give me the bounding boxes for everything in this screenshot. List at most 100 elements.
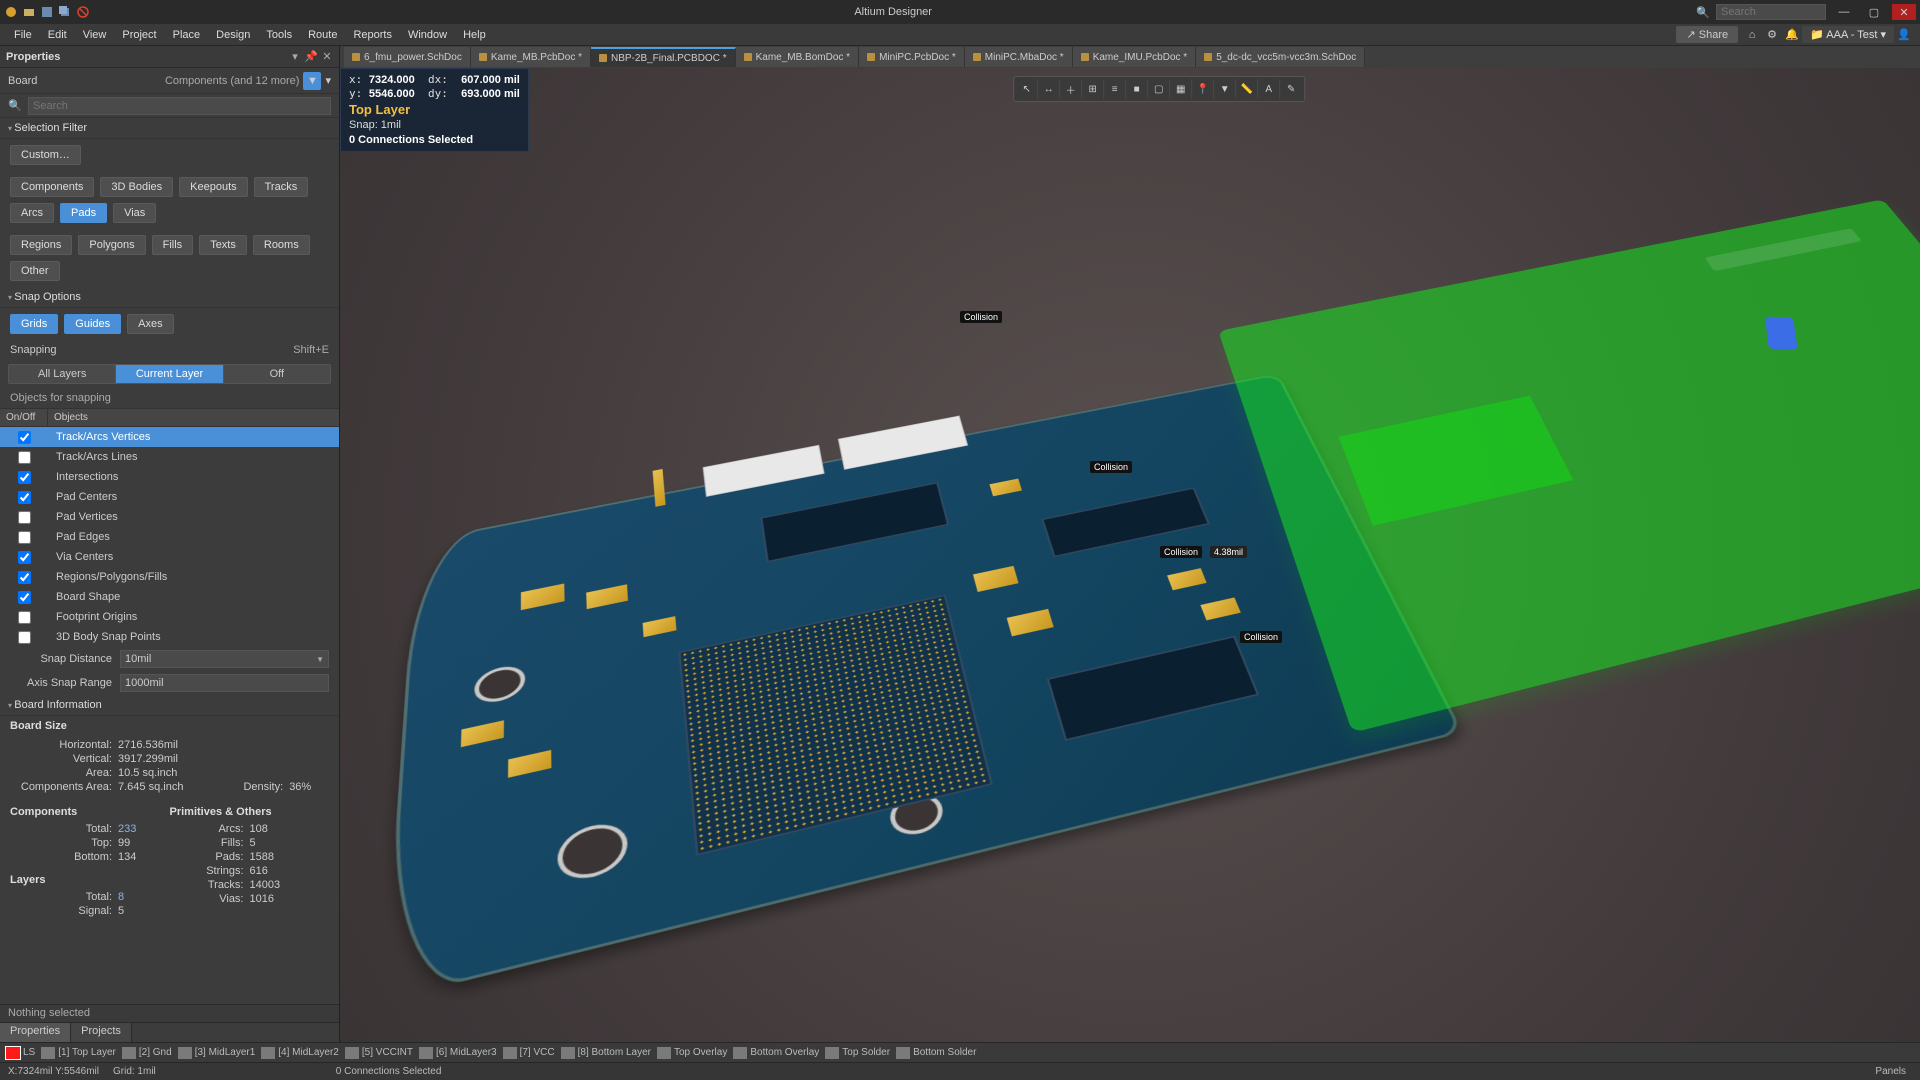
layer-tab[interactable]: Bottom Solder	[896, 1047, 976, 1059]
snap-checkbox[interactable]	[18, 431, 31, 444]
menu-file[interactable]: File	[6, 27, 40, 43]
close-button[interactable]: ✕	[1892, 4, 1916, 20]
document-tab[interactable]: Kame_MB.BomDoc *	[736, 47, 859, 67]
menu-tools[interactable]: Tools	[258, 27, 300, 43]
snap-item[interactable]: 3D Body Snap Points	[0, 627, 339, 647]
snap-item[interactable]: Track/Arcs Vertices	[0, 427, 339, 447]
document-tab[interactable]: 6_fmu_power.SchDoc	[344, 47, 471, 67]
snap-grids-button[interactable]: Grids	[10, 314, 58, 334]
snap-item[interactable]: Intersections	[0, 467, 339, 487]
tool-marker-icon[interactable]: 📍	[1192, 79, 1214, 99]
pcb-viewport[interactable]: 6_fmu_power.SchDocKame_MB.PcbDoc *NBP-2B…	[340, 46, 1920, 1042]
global-search-input[interactable]	[1716, 4, 1826, 20]
tool-ruler-icon[interactable]: 📏	[1236, 79, 1258, 99]
document-tab[interactable]: 5_dc-dc_vcc5m-vcc3m.SchDoc	[1196, 47, 1365, 67]
properties-search-input[interactable]	[28, 97, 331, 115]
document-tab[interactable]: MiniPC.MbaDoc *	[965, 47, 1073, 67]
panel-close-icon[interactable]: ✕	[321, 51, 333, 63]
filter-rooms-button[interactable]: Rooms	[253, 235, 310, 255]
tool-move-icon[interactable]: ↔	[1038, 79, 1060, 99]
expand-icon[interactable]: ▾	[325, 74, 331, 87]
filter-3d-bodies-button[interactable]: 3D Bodies	[100, 177, 173, 197]
tab-properties[interactable]: Properties	[0, 1023, 71, 1042]
tool-outline-icon[interactable]: ▢	[1148, 79, 1170, 99]
document-tab[interactable]: Kame_IMU.PcbDoc *	[1073, 47, 1196, 67]
layer-tab[interactable]: [6] MidLayer3	[419, 1047, 497, 1059]
layer-tab[interactable]: Top Solder	[825, 1047, 890, 1059]
panels-button[interactable]: Panels	[1869, 1065, 1912, 1078]
snap-seg-off[interactable]: Off	[224, 365, 330, 383]
menu-place[interactable]: Place	[165, 27, 209, 43]
filter-polygons-button[interactable]: Polygons	[78, 235, 145, 255]
maximize-button[interactable]: ▢	[1862, 4, 1886, 20]
snap-checkbox[interactable]	[18, 531, 31, 544]
snap-item[interactable]: Via Centers	[0, 547, 339, 567]
filter-components-button[interactable]: Components	[10, 177, 94, 197]
tab-projects[interactable]: Projects	[71, 1023, 132, 1042]
layer-tab[interactable]: [4] MidLayer2	[261, 1047, 339, 1059]
snap-checkbox[interactable]	[18, 491, 31, 504]
snap-seg-current-layer[interactable]: Current Layer	[116, 365, 223, 383]
document-tab[interactable]: MiniPC.PcbDoc *	[859, 47, 965, 67]
snap-item[interactable]: Board Shape	[0, 587, 339, 607]
layer-tab[interactable]: Top Overlay	[657, 1047, 727, 1059]
snap-item[interactable]: Pad Vertices	[0, 507, 339, 527]
layer-tab[interactable]: [2] Gnd	[122, 1047, 172, 1059]
filter-pads-button[interactable]: Pads	[60, 203, 107, 223]
save-all-icon[interactable]	[58, 5, 72, 19]
layer-tab[interactable]: LS	[6, 1047, 35, 1059]
filter-tracks-button[interactable]: Tracks	[254, 177, 309, 197]
axis-snap-range-input[interactable]	[120, 674, 329, 692]
filter-fills-button[interactable]: Fills	[152, 235, 194, 255]
workspace-folder[interactable]: 📁 AAA - Test ▾	[1802, 26, 1894, 43]
filter-arcs-button[interactable]: Arcs	[10, 203, 54, 223]
menu-edit[interactable]: Edit	[40, 27, 75, 43]
tool-fill-icon[interactable]: ■	[1126, 79, 1148, 99]
filter-custom-button[interactable]: Custom…	[10, 145, 81, 165]
components-summary[interactable]: Components (and 12 more)	[165, 75, 300, 87]
snap-checkbox[interactable]	[18, 631, 31, 644]
share-button[interactable]: ↗ Share	[1676, 26, 1738, 43]
panel-pin-icon[interactable]: 📌	[305, 51, 317, 63]
snap-distance-combo[interactable]: 10mil▼	[120, 650, 329, 668]
snap-checkbox[interactable]	[18, 611, 31, 624]
filter-icon[interactable]: ▼	[303, 72, 321, 90]
menu-reports[interactable]: Reports	[345, 27, 400, 43]
snap-checkbox[interactable]	[18, 571, 31, 584]
tool-grid-icon[interactable]: ▦	[1170, 79, 1192, 99]
filter-other-button[interactable]: Other	[10, 261, 60, 281]
tool-wand-icon[interactable]: ✎	[1280, 79, 1302, 99]
minimize-button[interactable]: —	[1832, 4, 1856, 20]
layer-tab[interactable]: [7] VCC	[503, 1047, 555, 1059]
snap-checkbox[interactable]	[18, 511, 31, 524]
tool-align-icon[interactable]: ≡	[1104, 79, 1126, 99]
document-tab[interactable]: NBP-2B_Final.PCBDOC *	[591, 47, 736, 67]
gear-icon[interactable]: ⚙	[1764, 27, 1780, 43]
panel-dropdown-icon[interactable]: ▾	[289, 51, 301, 63]
snap-seg-all-layers[interactable]: All Layers	[9, 365, 116, 383]
menu-help[interactable]: Help	[455, 27, 494, 43]
layer-tab[interactable]: Bottom Overlay	[733, 1047, 819, 1059]
tool-filter-icon[interactable]: ▼	[1214, 79, 1236, 99]
section-snap-options[interactable]: Snap Options	[0, 287, 339, 308]
document-tab[interactable]: Kame_MB.PcbDoc *	[471, 47, 591, 67]
snap-item[interactable]: Track/Arcs Lines	[0, 447, 339, 467]
snap-checkbox[interactable]	[18, 471, 31, 484]
tool-text-icon[interactable]: A	[1258, 79, 1280, 99]
snap-checkbox[interactable]	[18, 551, 31, 564]
menu-window[interactable]: Window	[400, 27, 455, 43]
snap-checkbox[interactable]	[18, 451, 31, 464]
undo-icon[interactable]	[76, 5, 90, 19]
tool-select-icon[interactable]: ↖	[1016, 79, 1038, 99]
snap-checkbox[interactable]	[18, 591, 31, 604]
snap-item[interactable]: Footprint Origins	[0, 607, 339, 627]
notifications-icon[interactable]: 🔔	[1784, 27, 1800, 43]
layer-tab[interactable]: [1] Top Layer	[41, 1047, 116, 1059]
menu-view[interactable]: View	[75, 27, 115, 43]
layer-tab[interactable]: [8] Bottom Layer	[561, 1047, 651, 1059]
tool-add-icon[interactable]: ＋	[1060, 79, 1082, 99]
snap-item[interactable]: Pad Centers	[0, 487, 339, 507]
home-icon[interactable]: ⌂	[1744, 27, 1760, 43]
open-icon[interactable]	[22, 5, 36, 19]
snap-item[interactable]: Pad Edges	[0, 527, 339, 547]
